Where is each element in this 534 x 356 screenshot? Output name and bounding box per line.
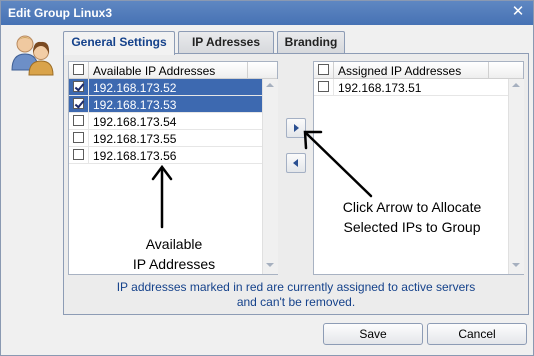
annotation-allocate-line2: Selected IPs to Group [343, 219, 481, 235]
annotation-available-line1: Available [145, 236, 203, 252]
available-scrollbar[interactable] [262, 79, 278, 274]
annotation-allocate-line1: Click Arrow to Allocate [342, 199, 482, 215]
ip-address: 192.168.173.55 [93, 132, 177, 146]
assigned-list-header: Assigned IP Addresses [314, 62, 523, 79]
ip-address: 192.168.173.56 [93, 149, 177, 163]
row-check-cell [69, 79, 89, 95]
ip-address: 192.168.173.54 [93, 115, 177, 129]
assigned-ip-list[interactable]: Assigned IP Addresses 192.168.173.51 Cli… [313, 61, 524, 275]
user-group-icon [11, 35, 54, 76]
tab-branding[interactable]: Branding [277, 31, 345, 54]
scroll-up-icon[interactable] [512, 83, 520, 87]
available-row[interactable]: 192.168.173.53 [69, 96, 262, 113]
edit-group-dialog: Edit Group Linux3 ✕ General Settings IP … [0, 0, 534, 356]
row-checkbox[interactable] [73, 149, 84, 160]
scroll-down-icon[interactable] [266, 263, 274, 267]
row-check-cell [314, 79, 334, 95]
available-row[interactable]: 192.168.173.54 [69, 113, 262, 130]
assigned-row[interactable]: 192.168.173.51 [314, 79, 508, 96]
ip-address: 192.168.173.52 [93, 81, 177, 95]
available-row[interactable]: 192.168.173.55 [69, 130, 262, 147]
available-row[interactable]: 192.168.173.56 [69, 147, 262, 164]
row-check-cell [69, 96, 89, 112]
assigned-scrollbar[interactable] [508, 79, 524, 274]
available-row[interactable]: 192.168.173.52 [69, 79, 262, 96]
row-check-cell [69, 147, 89, 163]
tab-general-settings[interactable]: General Settings [63, 31, 175, 55]
cancel-button[interactable]: Cancel [427, 323, 527, 345]
row-check-cell [69, 130, 89, 146]
header-divider [488, 62, 504, 78]
row-checkbox[interactable] [73, 132, 84, 143]
remove-arrow-button[interactable] [286, 153, 306, 173]
assigned-header-label: Assigned IP Addresses [338, 64, 462, 78]
info-note-line2: and can't be removed. [236, 295, 356, 309]
arrow-right-icon [294, 124, 299, 132]
scroll-up-icon[interactable] [266, 83, 274, 87]
row-checkbox[interactable] [73, 98, 84, 109]
row-checkbox[interactable] [73, 115, 84, 126]
dialog-title: Edit Group Linux3 [8, 6, 112, 20]
save-button[interactable]: Save [323, 323, 423, 345]
ip-address: 192.168.173.53 [93, 98, 177, 112]
available-list-header: Available IP Addresses [69, 62, 277, 79]
close-icon[interactable]: ✕ [511, 4, 525, 20]
allocate-arrow-button[interactable] [286, 118, 306, 138]
info-note: IP addresses marked in red are currently… [63, 280, 529, 310]
available-select-all-checkbox[interactable] [73, 64, 84, 75]
general-settings-panel: Available IP Addresses 192.168.173.52 19… [63, 53, 529, 315]
select-all-cell [314, 62, 334, 78]
header-divider [247, 62, 263, 78]
ip-address: 192.168.173.51 [338, 81, 422, 95]
annotation-available-line2: IP Addresses [132, 256, 216, 272]
scroll-down-icon[interactable] [512, 263, 520, 267]
assigned-select-all-checkbox[interactable] [318, 64, 329, 75]
available-ip-list[interactable]: Available IP Addresses 192.168.173.52 19… [68, 61, 278, 275]
select-all-cell [69, 62, 89, 78]
available-header-label: Available IP Addresses [93, 64, 216, 78]
tab-ip-addresses[interactable]: IP Adresses [178, 31, 274, 54]
info-note-line1: IP addresses marked in red are currently… [116, 280, 476, 294]
title-bar[interactable]: Edit Group Linux3 ✕ [1, 1, 533, 25]
arrow-left-icon [293, 159, 298, 167]
row-check-cell [69, 113, 89, 129]
row-checkbox[interactable] [318, 81, 329, 92]
row-checkbox[interactable] [73, 81, 84, 92]
